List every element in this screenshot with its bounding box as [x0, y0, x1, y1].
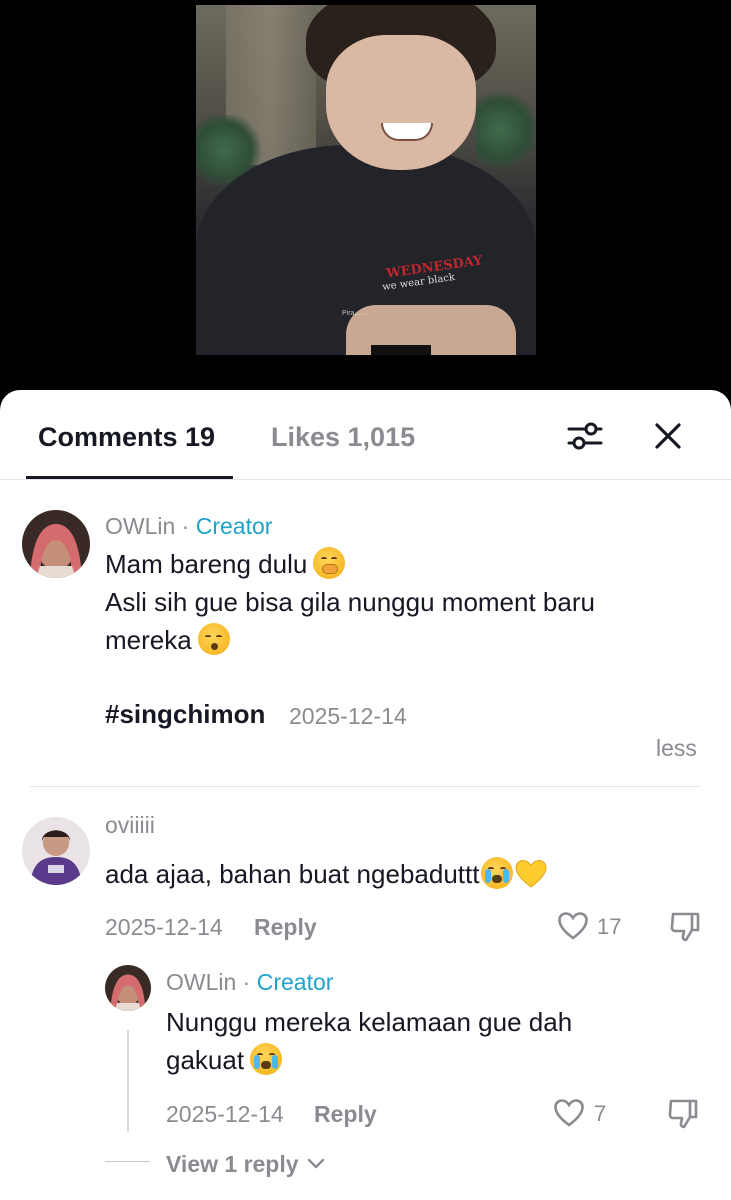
comment-text: mereka	[105, 621, 230, 659]
comment-divider	[30, 786, 701, 787]
reply-date: 2025-12-14	[166, 1101, 284, 1127]
heart-outline-icon[interactable]	[557, 910, 589, 942]
loudly-crying-emoji-icon	[250, 1043, 283, 1075]
reply-text: gakuat	[166, 1041, 283, 1079]
video-watermark: Pira......	[342, 310, 367, 317]
comment-line: ada ajaa, bahan buat ngebaduttt	[105, 859, 480, 889]
active-tab-indicator	[26, 476, 233, 479]
like-count: 7	[594, 1101, 607, 1126]
avatar[interactable]	[22, 510, 90, 578]
less-button[interactable]: less	[656, 734, 697, 762]
comment-line: mereka	[105, 625, 192, 655]
comment-text: ada ajaa, bahan buat ngebaduttt	[105, 855, 547, 893]
video-player[interactable]: WEDNESDAY we wear black Pira......	[0, 0, 731, 410]
comment-date: 2025-12-14	[105, 914, 223, 940]
yellow-heart-emoji-icon	[515, 859, 547, 888]
view-replies-button[interactable]: View 1 reply	[166, 1148, 325, 1178]
hand-over-mouth-emoji-icon	[313, 547, 346, 579]
tab-likes[interactable]: Likes 1,015	[271, 420, 415, 454]
leaves-right	[476, 85, 536, 175]
avatar[interactable]	[22, 817, 90, 885]
hashtag-link[interactable]: #singchimon	[105, 699, 265, 729]
loudly-crying-emoji-icon	[481, 857, 514, 889]
close-icon[interactable]	[648, 416, 688, 456]
view-replies-line	[105, 1161, 150, 1162]
face-exhaling-emoji-icon	[197, 623, 230, 655]
comment-line: Mam bareng dulu	[105, 549, 308, 579]
tab-comments[interactable]: Comments 19	[38, 420, 215, 454]
creator-badge: Creator	[256, 969, 334, 995]
heart-outline-icon[interactable]	[553, 1097, 585, 1129]
reply-button[interactable]: Reply	[254, 913, 317, 941]
name-separator: ·	[175, 513, 196, 539]
avatar[interactable]	[105, 965, 151, 1011]
reply-thread-line	[127, 1030, 129, 1132]
comment-text: Asli sih gue bisa gila nunggu moment bar…	[105, 583, 595, 621]
video-thumbnail[interactable]: WEDNESDAY we wear black Pira......	[196, 5, 536, 355]
person-face	[326, 35, 476, 170]
name-separator: ·	[236, 969, 257, 995]
dislike-icon[interactable]	[666, 1097, 700, 1131]
comment-username[interactable]: OWLin	[105, 513, 175, 539]
reply-line: Nunggu mereka kelamaan gue dah	[166, 1007, 573, 1037]
comment-author-line: OWLin · Creator	[105, 512, 272, 540]
dislike-icon[interactable]	[668, 910, 702, 944]
comment-username[interactable]: oviiiii	[105, 811, 155, 839]
reply-line: gakuat	[166, 1045, 245, 1075]
reply-username[interactable]: OWLin	[166, 969, 236, 995]
view-replies-label: View 1 reply	[166, 1151, 299, 1177]
comment-date: 2025-12-14	[289, 703, 407, 729]
phone-in-hand	[371, 345, 431, 355]
chevron-down-icon	[307, 1148, 325, 1176]
creator-badge: Creator	[195, 513, 273, 539]
filter-icon[interactable]	[565, 416, 605, 456]
comments-sheet: Comments 19 Likes 1,015 OWLin · Creator …	[0, 390, 731, 1200]
reply-button[interactable]: Reply	[314, 1100, 377, 1128]
sheet-tabs: Comments 19 Likes 1,015	[0, 390, 731, 480]
reply-author-line: OWLin · Creator	[166, 968, 333, 996]
comment-line: Asli sih gue bisa gila nunggu moment bar…	[105, 587, 595, 617]
comment-hashtag-line: #singchimon	[105, 695, 265, 733]
reply-text: Nunggu mereka kelamaan gue dah	[166, 1003, 572, 1041]
comment-text: Mam bareng dulu	[105, 545, 346, 583]
like-count: 17	[597, 914, 622, 939]
